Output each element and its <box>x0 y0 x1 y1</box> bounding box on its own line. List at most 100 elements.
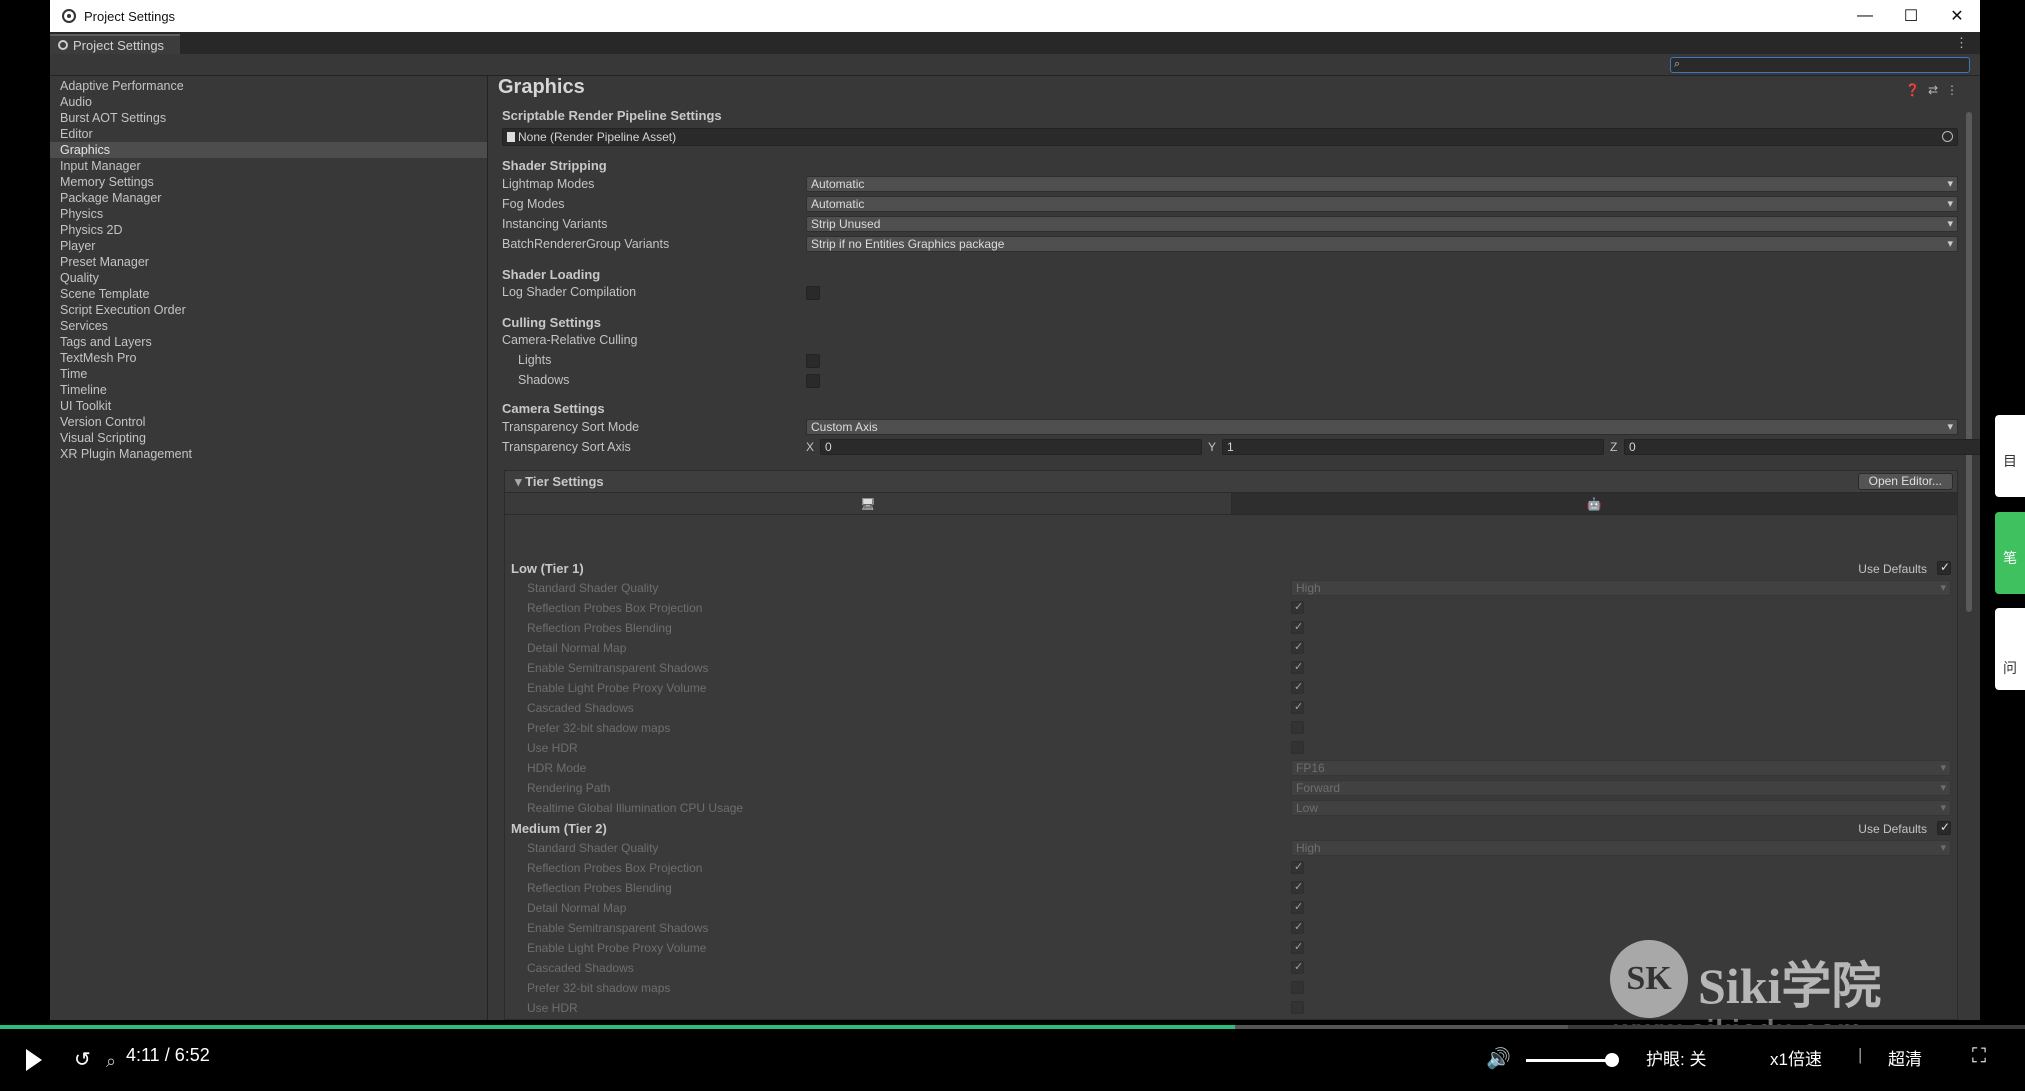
sidebar-item[interactable]: UI Toolkit <box>50 398 487 414</box>
side-widget-question[interactable]: 问 <box>1995 608 2025 690</box>
tier-setting-label: Reflection Probes Box Projection <box>527 601 703 615</box>
lights-checkbox[interactable] <box>806 354 820 368</box>
tier-setting-dropdown[interactable]: High <box>1291 580 1951 596</box>
tier-setting-checkbox[interactable] <box>1291 721 1304 734</box>
sidebar-list: Adaptive Performance Audio Burst AOT Setti… <box>50 76 487 462</box>
sidebar-item[interactable]: Physics 2D <box>50 222 487 238</box>
tier-setting-checkbox[interactable] <box>1291 920 1304 934</box>
sort-axis-z: Z 0 <box>1610 439 1980 455</box>
tier-setting-checkbox[interactable] <box>1291 1001 1304 1014</box>
tier-setting-checkbox[interactable] <box>1291 940 1304 954</box>
sort-axis-x-field[interactable]: 0 <box>820 439 1202 455</box>
preset-icon[interactable]: ⇄ <box>1928 83 1938 97</box>
sidebar-item[interactable]: Visual Scripting <box>50 430 487 446</box>
window-title: Project Settings <box>84 8 176 24</box>
tier-setting-checkbox[interactable] <box>1291 981 1304 994</box>
open-editor-button[interactable]: Open Editor... <box>1857 473 1953 490</box>
search-input[interactable] <box>1670 57 1970 73</box>
settings-sidebar: Adaptive Performance Audio Burst AOT Setti… <box>50 76 488 1020</box>
instancing-variants-dropdown[interactable]: Strip Unused <box>806 216 1958 232</box>
tier-setting-dropdown[interactable]: High <box>1291 840 1951 856</box>
tier-setting-checkbox[interactable] <box>1291 860 1304 874</box>
siki-logo: SK <box>1610 940 1688 1018</box>
tab-standalone[interactable]: 🖥 <box>505 493 1232 514</box>
sidebar-item[interactable]: Memory Settings <box>50 174 487 190</box>
vertical-scrollbar[interactable] <box>1964 106 1974 1010</box>
scrollbar-thumb[interactable] <box>1966 112 1972 612</box>
tier-setting-label: Enable Semitransparent Shadows <box>527 921 709 935</box>
volume-knob[interactable] <box>1605 1053 1620 1067</box>
sidebar-item[interactable]: Services <box>50 318 487 334</box>
eye-care-toggle[interactable]: 护眼: 关 <box>1646 1045 1706 1070</box>
minimize-button[interactable]: — <box>1842 0 1888 32</box>
fog-modes-dropdown[interactable]: Automatic <box>806 196 1958 212</box>
transparency-sort-mode-dropdown[interactable]: Custom Axis <box>806 419 1958 435</box>
tier-setting-checkbox[interactable] <box>1291 960 1304 974</box>
sidebar-item[interactable]: Quality <box>50 270 487 286</box>
video-player-controls: ↺ 4:11 / 6:52 ⌕ 🔊 护眼: 关 x1倍速 | 超清 ⛶ <box>0 1029 2025 1091</box>
shadows-checkbox[interactable] <box>806 374 820 388</box>
tier-setting-checkbox[interactable] <box>1291 680 1304 694</box>
sort-axis-z-field[interactable]: 0 <box>1624 439 1980 455</box>
sidebar-item[interactable]: Adaptive Performance <box>50 78 487 94</box>
sidebar-item[interactable]: Scene Template <box>50 286 487 302</box>
side-widget-notes[interactable]: 笔 <box>1995 512 2025 594</box>
volume-slider[interactable] <box>1526 1059 1614 1062</box>
sidebar-item[interactable]: Version Control <box>50 414 487 430</box>
sidebar-item[interactable]: Timeline <box>50 382 487 398</box>
sidebar-item[interactable]: Audio <box>50 94 487 110</box>
use-defaults-checkbox[interactable] <box>1937 560 1951 575</box>
tab-project-settings[interactable]: Project Settings <box>50 34 181 54</box>
sidebar-item[interactable]: Player <box>50 238 487 254</box>
window-controls: — ☐ ✕ <box>1842 0 1980 32</box>
lightmap-modes-dropdown[interactable]: Automatic <box>806 176 1958 192</box>
sidebar-item[interactable]: Physics <box>50 206 487 222</box>
kebab-menu-icon[interactable]: ⋮ <box>1955 35 1968 51</box>
use-defaults-checkbox[interactable] <box>1937 820 1951 835</box>
playback-speed-button[interactable]: x1倍速 <box>1770 1045 1822 1070</box>
brg-variants-dropdown[interactable]: Strip if no Entities Graphics package <box>806 236 1958 252</box>
sidebar-item[interactable]: Editor <box>50 126 487 142</box>
tier-setting-label: Reflection Probes Blending <box>527 881 672 895</box>
tier-setting-checkbox[interactable] <box>1291 900 1304 914</box>
render-pipeline-asset-field[interactable]: None (Render Pipeline Asset) <box>502 128 1958 146</box>
tier-setting-checkbox[interactable] <box>1291 700 1304 714</box>
tier-setting-checkbox[interactable] <box>1291 880 1304 894</box>
tier-settings-header[interactable]: Tier Settings Open Editor... <box>505 471 1957 493</box>
sidebar-item[interactable]: Package Manager <box>50 190 487 206</box>
sidebar-item[interactable]: Graphics <box>50 142 487 158</box>
tier-setting-checkbox[interactable] <box>1291 741 1304 754</box>
kebab-menu-icon[interactable]: ⋮ <box>1946 83 1958 97</box>
sidebar-item[interactable]: XR Plugin Management <box>50 446 487 462</box>
quality-button[interactable]: 超清 <box>1888 1045 1922 1070</box>
sidebar-item[interactable]: Input Manager <box>50 158 487 174</box>
maximize-button[interactable]: ☐ <box>1888 0 1934 32</box>
close-button[interactable]: ✕ <box>1934 0 1980 32</box>
object-picker-icon[interactable] <box>1942 131 1953 142</box>
search-icon[interactable]: ⌕ <box>106 1051 116 1072</box>
volume-icon[interactable]: 🔊 <box>1486 1046 1511 1071</box>
replay-10-icon[interactable]: ↺ <box>74 1047 91 1072</box>
lights-label: Lights <box>518 353 552 367</box>
sidebar-item[interactable]: Time <box>50 366 487 382</box>
sidebar-item[interactable]: Tags and Layers <box>50 334 487 350</box>
sidebar-item[interactable]: TextMesh Pro <box>50 350 487 366</box>
tier-setting-dropdown[interactable]: Forward <box>1291 780 1951 796</box>
sidebar-item[interactable]: Preset Manager <box>50 254 487 270</box>
sort-axis-y-field[interactable]: 1 <box>1222 439 1604 455</box>
tier-setting-checkbox[interactable] <box>1291 620 1304 634</box>
tier-setting-checkbox[interactable] <box>1291 660 1304 674</box>
sidebar-item[interactable]: Burst AOT Settings <box>50 110 487 126</box>
tier-setting-checkbox[interactable] <box>1291 640 1304 654</box>
fullscreen-icon[interactable]: ⛶ <box>1972 1045 1986 1068</box>
play-button[interactable] <box>26 1049 42 1071</box>
tier-setting-dropdown[interactable]: Low <box>1291 800 1951 816</box>
tier-setting-dropdown[interactable]: FP16 <box>1291 760 1951 776</box>
side-widget-catalog[interactable]: 目 <box>1995 415 2025 497</box>
help-icon[interactable]: ❓ <box>1905 83 1920 97</box>
tier-setting-label: Reflection Probes Blending <box>527 621 672 635</box>
tier-setting-checkbox[interactable] <box>1291 600 1304 614</box>
tab-android[interactable]: 🤖 <box>1231 493 1957 514</box>
sidebar-item[interactable]: Script Execution Order <box>50 302 487 318</box>
log-shader-compilation-checkbox[interactable] <box>806 286 820 300</box>
